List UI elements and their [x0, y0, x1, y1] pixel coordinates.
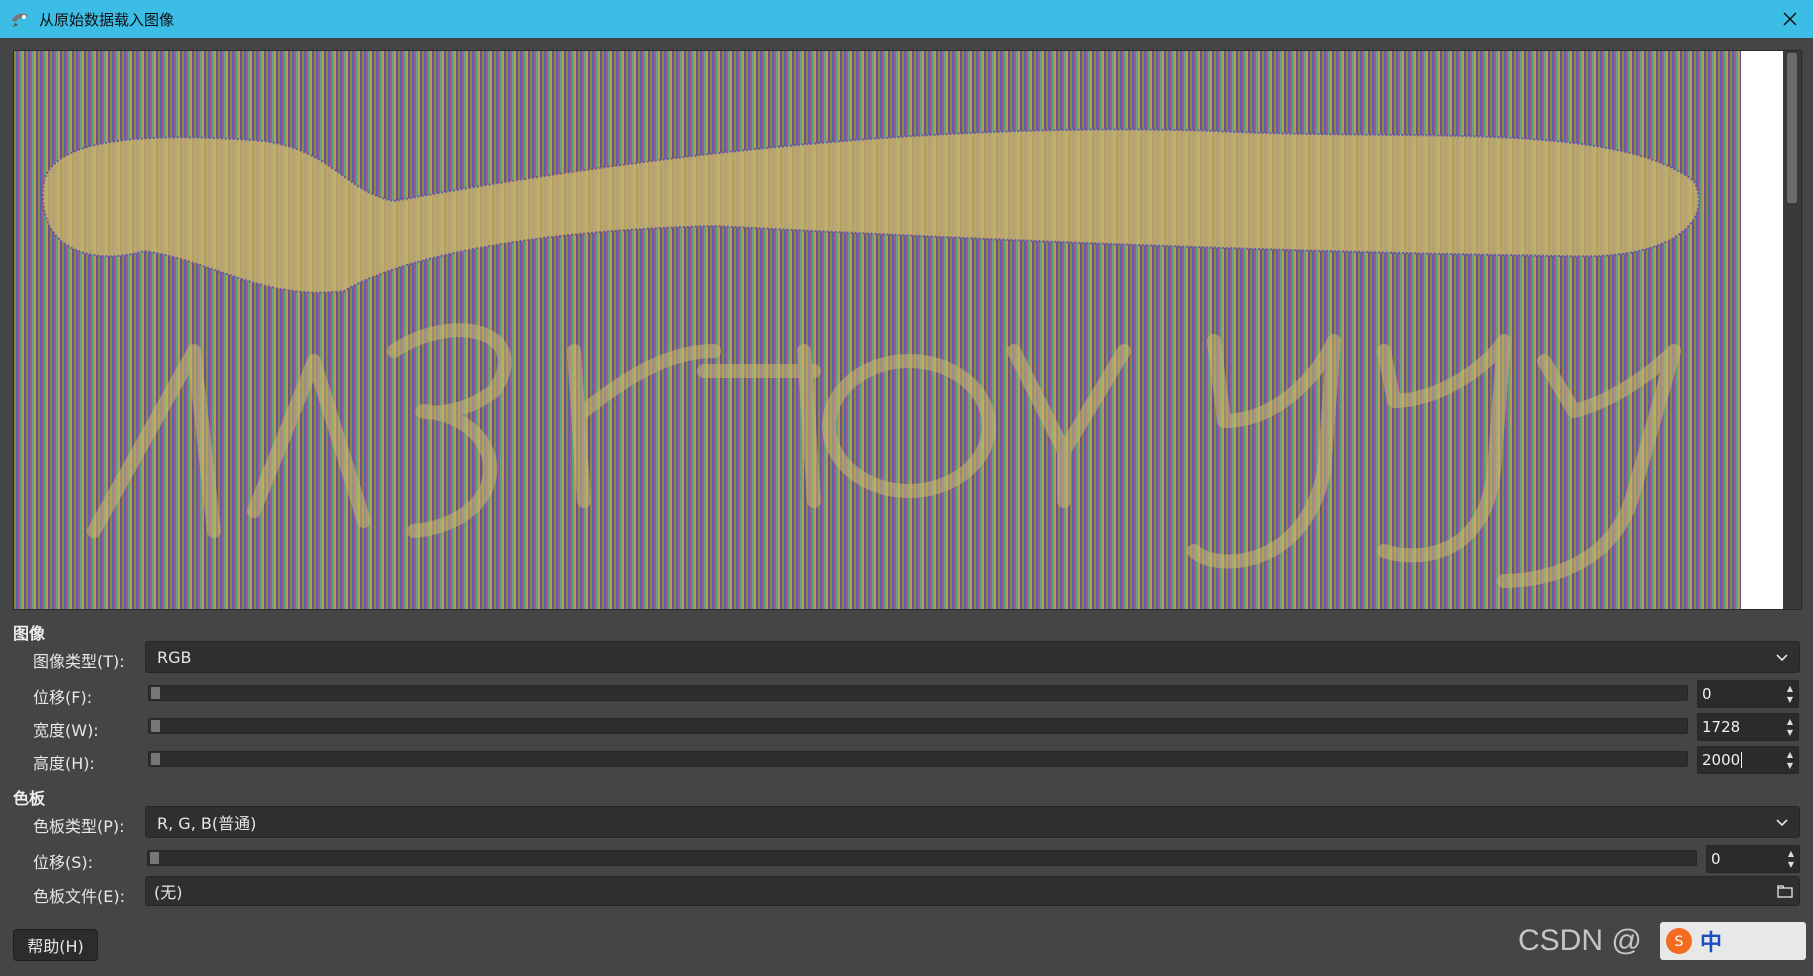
folder-open-icon: [1777, 885, 1793, 898]
close-icon: [1783, 12, 1797, 26]
spin-arrows[interactable]: ▲ ▼: [1782, 747, 1798, 773]
scrollbar-thumb[interactable]: [1787, 53, 1797, 203]
spin-arrows[interactable]: ▲ ▼: [1783, 846, 1799, 872]
image-width-spinbox[interactable]: 1728 ▲ ▼: [1697, 713, 1799, 741]
image-type-label: 图像类型(T):: [33, 652, 125, 671]
csdn-watermark: CSDN @: [1518, 924, 1642, 957]
palette-offset-slider[interactable]: [147, 850, 1697, 866]
title-bar: 从原始数据载入图像: [0, 0, 1813, 38]
preview-blank-area: [1741, 51, 1783, 609]
image-height-spinbox[interactable]: 2000 ▲ ▼: [1697, 746, 1799, 774]
image-width-slider[interactable]: [148, 718, 1688, 734]
spin-up-icon[interactable]: ▲: [1787, 749, 1793, 760]
image-offset-spinbox[interactable]: 0 ▲ ▼: [1697, 680, 1799, 708]
site-logo: S 中: [1660, 922, 1806, 960]
palette-file-value: (无): [154, 883, 183, 902]
spin-up-icon[interactable]: ▲: [1787, 683, 1793, 694]
spin-down-icon[interactable]: ▼: [1787, 694, 1793, 705]
slider-handle[interactable]: [151, 687, 160, 699]
palette-offset-value: 0: [1711, 850, 1721, 868]
palette-type-label: 色板类型(P):: [33, 817, 125, 836]
gimp-icon: [12, 13, 28, 27]
palette-section-heading: 色板: [13, 789, 46, 808]
spin-down-icon[interactable]: ▼: [1787, 760, 1793, 771]
image-offset-label: 位移(F):: [33, 688, 93, 707]
close-button[interactable]: [1777, 6, 1803, 32]
image-type-select[interactable]: RGB: [145, 641, 1800, 673]
image-width-value: 1728: [1702, 718, 1741, 736]
spin-up-icon[interactable]: ▲: [1788, 848, 1794, 859]
preview-shapes: [41, 128, 1700, 588]
spin-down-icon[interactable]: ▼: [1788, 859, 1794, 870]
image-offset-value: 0: [1702, 685, 1712, 703]
slider-handle[interactable]: [151, 720, 160, 732]
palette-type-select[interactable]: R, G, B(普通): [145, 806, 1800, 838]
slider-handle[interactable]: [151, 753, 160, 765]
text-cursor: [1741, 752, 1743, 768]
image-offset-slider[interactable]: [148, 685, 1688, 701]
palette-file-label: 色板文件(E):: [33, 887, 125, 906]
spin-down-icon[interactable]: ▼: [1787, 727, 1793, 738]
slider-handle[interactable]: [150, 852, 159, 864]
image-height-label: 高度(H):: [33, 754, 95, 773]
image-section-heading: 图像: [13, 624, 46, 643]
preview-vertical-scrollbar[interactable]: [1785, 51, 1800, 609]
help-button[interactable]: 帮助(H): [13, 929, 98, 961]
image-type-value: RGB: [157, 647, 192, 667]
image-height-value: 2000: [1702, 751, 1741, 769]
spin-arrows[interactable]: ▲ ▼: [1782, 681, 1798, 707]
chevron-down-icon: [1776, 819, 1788, 827]
logo-text: 中: [1700, 931, 1723, 956]
image-width-label: 宽度(W):: [33, 721, 99, 740]
spin-up-icon[interactable]: ▲: [1787, 716, 1793, 727]
image-preview: [13, 50, 1802, 610]
palette-offset-label: 位移(S):: [33, 853, 94, 872]
image-height-slider[interactable]: [148, 751, 1688, 767]
palette-file-chooser[interactable]: (无): [145, 876, 1800, 906]
window-title: 从原始数据载入图像: [39, 10, 175, 29]
spin-arrows[interactable]: ▲ ▼: [1782, 714, 1798, 740]
palette-offset-spinbox[interactable]: 0 ▲ ▼: [1706, 845, 1800, 873]
svg-text:S: S: [1675, 934, 1684, 950]
palette-type-value: R, G, B(普通): [157, 814, 257, 833]
logo-mark-icon: S: [1666, 928, 1692, 954]
open-file-button[interactable]: [1775, 881, 1795, 901]
help-button-label: 帮助(H): [27, 937, 84, 956]
chevron-down-icon: [1776, 654, 1788, 662]
